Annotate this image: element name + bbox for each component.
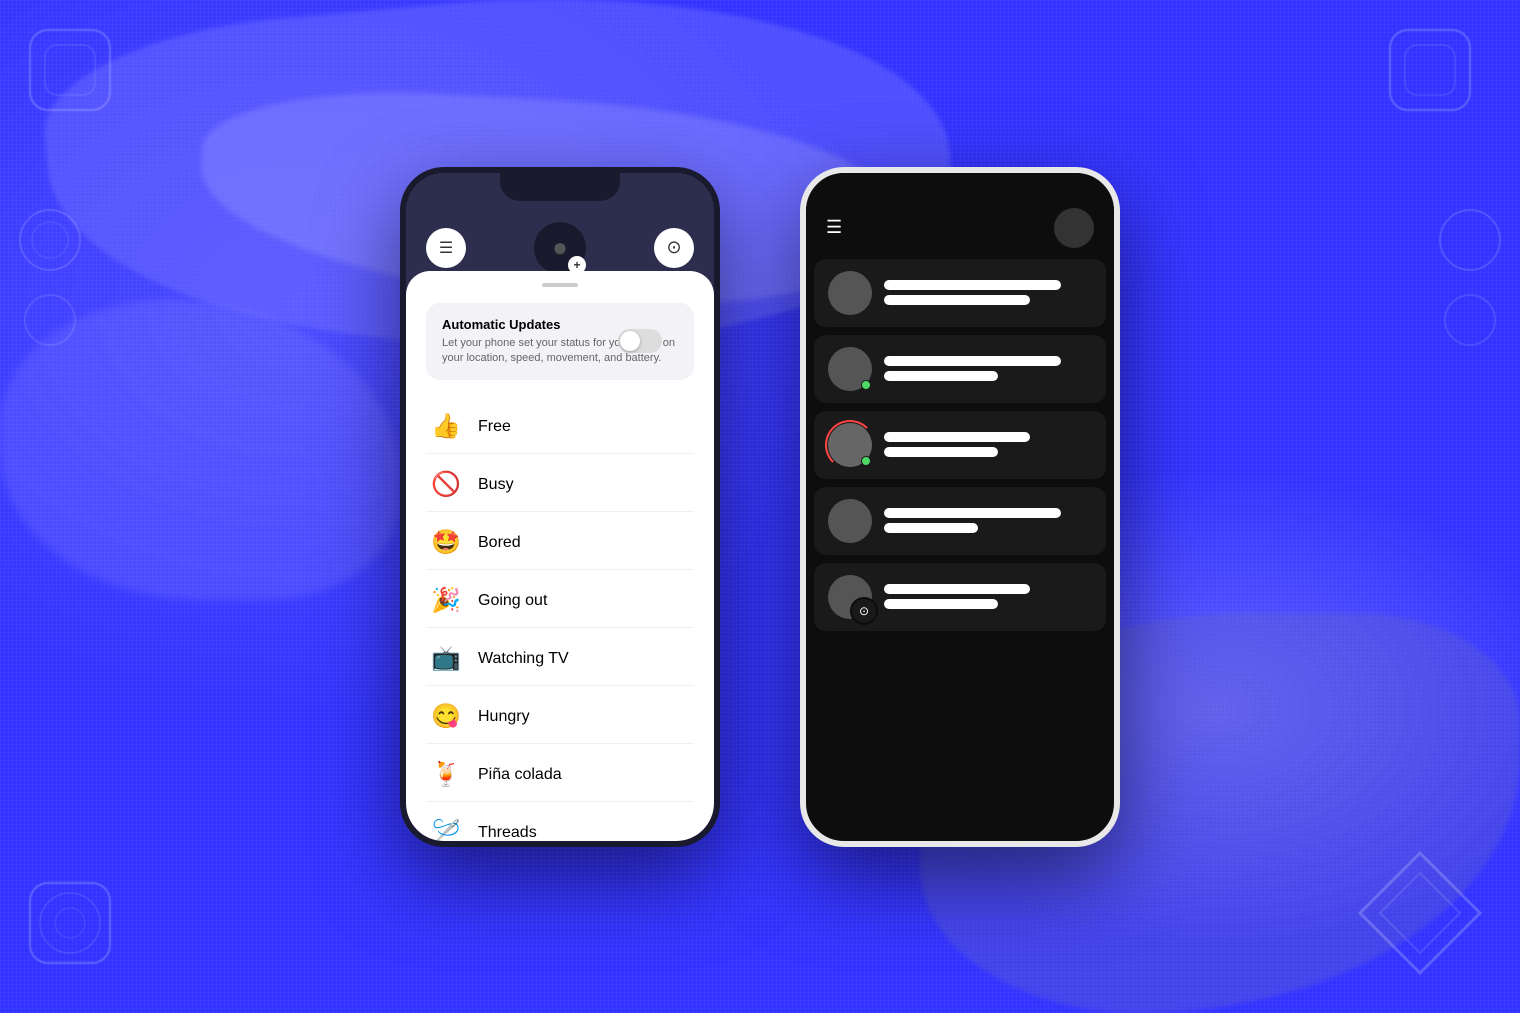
status-emoji: 🍹 [430, 760, 462, 789]
auto-updates-inner: Automatic Updates Let your phone set you… [442, 317, 678, 367]
status-item[interactable]: 👍 Free [426, 400, 694, 454]
contact-info [884, 508, 1092, 533]
status-label: Watching TV [478, 650, 569, 668]
status-emoji: 🤩 [430, 528, 462, 557]
contact-avatar [828, 423, 872, 467]
menu-icon-right[interactable]: ☰ [826, 217, 842, 238]
contact-info [884, 584, 1092, 609]
contact-item[interactable] [814, 487, 1106, 555]
status-label: Going out [478, 592, 547, 610]
notch-right [900, 173, 1020, 201]
status-emoji: 🎉 [430, 586, 462, 615]
status-label: Threads [478, 824, 537, 841]
camera-button-left[interactable]: ⊙ [654, 228, 694, 268]
status-emoji: 📺 [430, 644, 462, 673]
status-label: Hungry [478, 708, 530, 726]
contact-line [884, 280, 1061, 290]
contact-line [884, 371, 998, 381]
camera-badge: ⊙ [850, 597, 878, 625]
status-item[interactable]: 🤩 Bored [426, 516, 694, 570]
contact-item[interactable] [814, 259, 1106, 327]
contact-item[interactable] [814, 411, 1106, 479]
status-item[interactable]: 🚫 Busy [426, 458, 694, 512]
sheet-handle [542, 283, 578, 287]
contact-line [884, 508, 1061, 518]
status-item[interactable]: 🪡 Threads [426, 806, 694, 840]
status-item[interactable]: 📺 Watching TV [426, 632, 694, 686]
online-indicator [861, 456, 871, 466]
contact-line [884, 584, 1030, 594]
toggle-knob [620, 331, 640, 351]
avatar-left[interactable]: ● + [534, 222, 586, 274]
avatar-right[interactable] [1054, 208, 1094, 248]
contact-line [884, 432, 1030, 442]
menu-icon-left: ☰ [439, 238, 453, 258]
contact-item[interactable] [814, 335, 1106, 403]
avatar-icon: ● [552, 232, 568, 263]
phone-left: ☰ ● + ⊙ Automatic Updates Let your phone… [400, 167, 720, 847]
contact-item[interactable]: ⊙ [814, 563, 1106, 631]
status-list: 👍 Free 🚫 Busy 🤩 Bored 🎉 Going out 📺 Watc… [426, 396, 694, 840]
status-item[interactable]: 🍹 Piña colada [426, 748, 694, 802]
status-label: Free [478, 418, 511, 436]
camera-icon-left: ⊙ [666, 237, 681, 258]
auto-updates-card: Automatic Updates Let your phone set you… [426, 303, 694, 381]
status-emoji: 👍 [430, 412, 462, 441]
auto-updates-toggle[interactable] [618, 329, 662, 353]
contact-info [884, 356, 1092, 381]
menu-button-left[interactable]: ☰ [426, 228, 466, 268]
contact-info [884, 280, 1092, 305]
contact-list: ⊙ [806, 253, 1114, 637]
contact-avatar [828, 499, 872, 543]
status-label: Busy [478, 476, 514, 494]
bottom-sheet: Automatic Updates Let your phone set you… [406, 271, 714, 841]
phones-container: ☰ ● + ⊙ Automatic Updates Let your phone… [0, 0, 1520, 1013]
contact-line [884, 523, 978, 533]
contact-info [884, 432, 1092, 457]
status-emoji: 🚫 [430, 470, 462, 499]
contact-line [884, 599, 998, 609]
online-indicator [861, 380, 871, 390]
status-label: Bored [478, 534, 521, 552]
notch-left [500, 173, 620, 201]
contact-avatar [828, 347, 872, 391]
contact-line [884, 447, 998, 457]
contact-line [884, 295, 1030, 305]
status-item[interactable]: 🎉 Going out [426, 574, 694, 628]
status-item[interactable]: 😋 Hungry [426, 690, 694, 744]
status-label: Piña colada [478, 766, 562, 784]
status-emoji: 🪡 [430, 818, 462, 840]
contact-avatar [828, 271, 872, 315]
phone-right: ☰ [800, 167, 1120, 847]
contact-avatar: ⊙ [828, 575, 872, 619]
status-emoji: 😋 [430, 702, 462, 731]
contact-line [884, 356, 1061, 366]
